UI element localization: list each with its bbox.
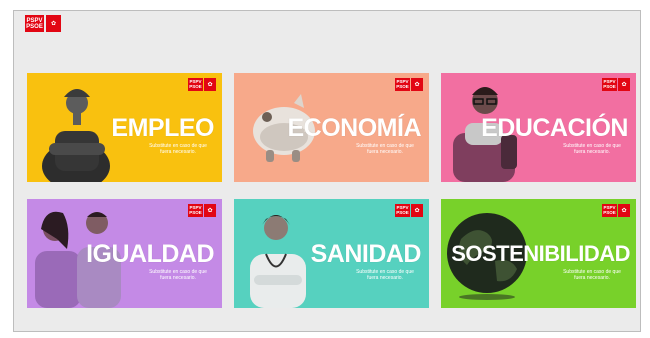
rose-icon: ✿ [618, 204, 630, 217]
card-subtitle: Substitute en caso de que fuera necesario… [149, 143, 207, 155]
card-subtitle: Substitute en caso de que fuera necesario… [356, 143, 414, 155]
card-brand-logo: PSPV PSOE ✿ [188, 204, 216, 217]
card-igualdad[interactable]: PSPV PSOE ✿ IGUALDAD Substitute en caso d… [27, 199, 222, 308]
site-logo[interactable]: PSPV PSOE ✿ [25, 15, 61, 32]
card-title: EMPLEO [111, 114, 214, 142]
rose-icon: ✿ [411, 204, 423, 217]
card-brand-logo: PSPV PSOE ✿ [602, 78, 630, 91]
card-brand-logo: PSPV PSOE ✿ [188, 78, 216, 91]
card-title: SOSTENIBILIDAD [451, 241, 630, 266]
card-brand-logo: PSPV PSOE ✿ [395, 78, 423, 91]
card-subtitle: Substitute en caso de que fuera necesario… [149, 269, 207, 281]
card-empleo[interactable]: PSPV PSOE ✿ EMPLEO Substitute en caso de … [27, 73, 222, 182]
card-subtitle: Substitute en caso de que fuera necesario… [563, 143, 621, 155]
card-sanidad[interactable]: PSPV PSOE ✿ SANIDAD Substitute en caso de… [234, 199, 429, 308]
card-subtitle: Substitute en caso de que fuera necesario… [563, 269, 621, 281]
card-brand-logo: PSPV PSOE ✿ [602, 204, 630, 217]
card-brand-logo: PSPV PSOE ✿ [395, 204, 423, 217]
card-title: IGUALDAD [86, 240, 214, 268]
card-title: EDUCACIÓN [481, 114, 628, 142]
rose-icon: ✿ [618, 78, 630, 91]
card-educacion[interactable]: PSPV PSOE ✿ EDUCACIÓN Substitute en caso … [441, 73, 636, 182]
logo-line-2: PSOE [26, 23, 43, 30]
rose-icon: ✿ [411, 78, 423, 91]
card-sostenibilidad[interactable]: PSPV PSOE ✿ SOSTENIBILIDAD Substitute en … [441, 199, 636, 308]
logo-wordmark: PSPV PSOE [25, 15, 44, 32]
rose-icon: ✿ [204, 204, 216, 217]
card-title: SANIDAD [310, 240, 422, 268]
card-subtitle: Substitute en caso de que fuera necesario… [356, 269, 414, 281]
rose-icon: ✿ [204, 78, 216, 91]
rose-icon: ✿ [46, 15, 61, 32]
card-title: ECONOMÍA [287, 114, 422, 142]
card-economia[interactable]: PSPV PSOE ✿ ECONOMÍA Substitute en caso d… [234, 73, 429, 182]
